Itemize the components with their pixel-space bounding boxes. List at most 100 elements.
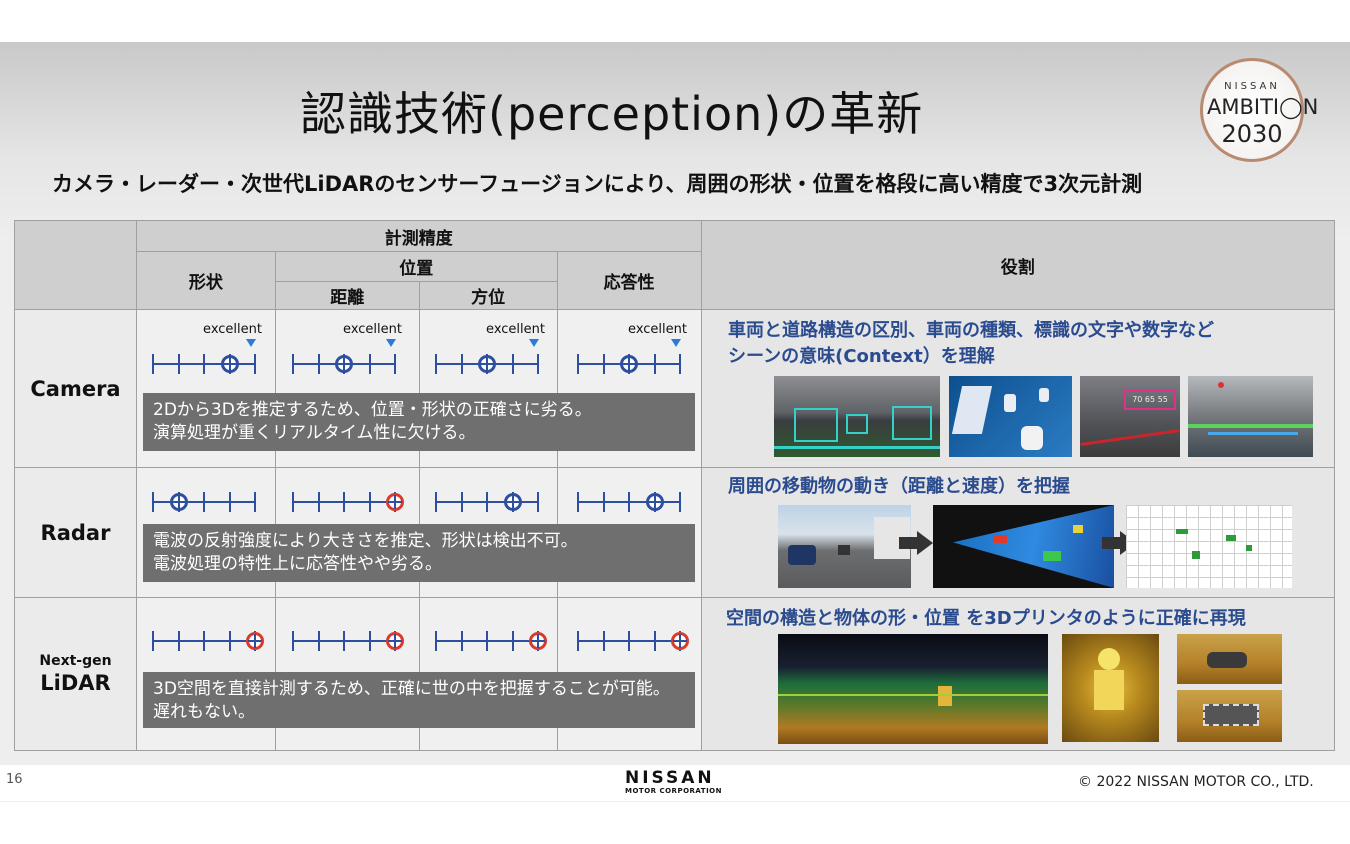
- scale-tick: [203, 354, 205, 374]
- header-distance: 距離: [274, 281, 420, 310]
- excellent-marker: [529, 339, 539, 347]
- scale-tick: [177, 354, 180, 374]
- scale-tick: [203, 631, 205, 651]
- excellent-label: excellent: [628, 322, 687, 337]
- scale-tick: [228, 492, 231, 512]
- row-label-lidar: Next-gen LiDAR: [14, 597, 137, 751]
- scale-tick: [577, 492, 579, 512]
- scale-tick: [152, 631, 154, 651]
- scale-tick: [602, 631, 605, 651]
- scale-tick: [368, 354, 371, 374]
- level-marker-icon: [529, 632, 547, 650]
- level-marker-icon: [620, 355, 638, 373]
- measurement-scale: [292, 354, 402, 394]
- scale-tick: [460, 354, 463, 374]
- measurement-scale: [152, 354, 262, 394]
- row-name: Radar: [40, 520, 111, 545]
- measurement-scale: [292, 631, 404, 671]
- header-role: 役割: [700, 220, 1335, 310]
- scale-tick: [254, 354, 256, 374]
- note-line: 2Dから3Dを推定するため、位置・形状の正確さに劣る。: [153, 400, 592, 420]
- scale-tick: [628, 492, 630, 512]
- row-name: LiDAR: [40, 671, 111, 695]
- slide-title: 認識技術(perception)の革新: [300, 87, 924, 141]
- scale-tick: [653, 354, 656, 374]
- level-marker-icon: [386, 493, 404, 511]
- scale-tick: [368, 492, 371, 512]
- measurement-scale: [577, 631, 689, 671]
- scale-tick: [317, 354, 320, 374]
- scale-tick: [254, 492, 256, 512]
- excellent-label: excellent: [486, 322, 545, 337]
- level-marker-icon: [220, 355, 239, 373]
- scale-tick: [537, 354, 539, 374]
- scale-tick: [368, 631, 371, 651]
- measurement-scale: [577, 354, 687, 394]
- radar-image-signal-map: [933, 505, 1114, 588]
- header-direction: 方位: [418, 281, 558, 310]
- scale-tick: [460, 631, 463, 651]
- nissan-logo-sub: MOTOR CORPORATION: [625, 787, 722, 795]
- scale-tick: [486, 492, 488, 512]
- scale-tick: [537, 492, 539, 512]
- measurement-scale: [435, 631, 547, 671]
- header-shape: 形状: [135, 251, 276, 310]
- excellent-marker: [671, 339, 681, 347]
- copyright: © 2022 NISSAN MOTOR CO., LTD.: [1078, 774, 1314, 790]
- scale-tick: [602, 354, 605, 374]
- scale-tick: [577, 631, 579, 651]
- radar-note: 電波の反射強度により大きさを推定、形状は検出不可。 電波処理の特性上に応答性やや劣…: [143, 524, 695, 582]
- logo-line1: NISSAN: [1224, 81, 1280, 92]
- scale-tick: [460, 492, 463, 512]
- ambition-2030-logo: NISSAN AMBITI◯N 2030: [1200, 58, 1318, 162]
- camera-image-vehicle-classification: [949, 376, 1072, 457]
- note-line: 遅れもない。: [153, 702, 255, 722]
- scale-tick: [577, 354, 579, 374]
- camera-note: 2Dから3Dを推定するため、位置・形状の正確さに劣る。 演算処理が重くリアルタイム…: [143, 393, 695, 451]
- scale-tick: [317, 631, 320, 651]
- header-response: 応答性: [556, 251, 702, 310]
- scale-tick: [152, 354, 154, 374]
- lidar-image-street-pointcloud: [778, 634, 1048, 744]
- lidar-note: 3D空間を直接計測するため、正確に世の中を把握することが可能。 遅れもない。: [143, 672, 695, 728]
- note-line: 演算処理が重くリアルタイム性に欠ける。: [153, 423, 476, 443]
- note-line: 電波処理の特性上に応答性やや劣る。: [153, 554, 442, 574]
- excellent-label: excellent: [343, 322, 402, 337]
- row-label-radar: Radar: [14, 467, 137, 598]
- excellent-marker: [386, 339, 396, 347]
- nissan-logo: NISSAN: [625, 768, 715, 788]
- level-marker-icon: [671, 632, 689, 650]
- excellent-marker: [246, 339, 256, 347]
- note-line: 3D空間を直接計測するため、正確に世の中を把握することが可能。: [153, 679, 670, 699]
- scale-tick: [511, 631, 514, 651]
- scale-tick: [602, 492, 605, 512]
- lidar-role-text: 空間の構造と物体の形・位置 を3Dプリンタのように正確に再現: [726, 606, 1246, 632]
- scale-tick: [292, 492, 294, 512]
- lidar-image-object-top: [1177, 634, 1282, 684]
- scale-tick: [653, 631, 656, 651]
- level-marker-icon: [503, 493, 522, 511]
- scale-tick: [292, 631, 294, 651]
- scale-tick: [343, 492, 345, 512]
- scale-tick: [152, 492, 154, 512]
- scale-tick: [486, 631, 488, 651]
- scale-tick: [435, 631, 437, 651]
- level-marker-icon: [335, 355, 353, 373]
- level-marker-icon: [386, 632, 404, 650]
- scale-tick: [679, 492, 681, 512]
- level-marker-icon: [246, 632, 264, 650]
- page-number: 16: [6, 772, 23, 787]
- radar-role-text: 周囲の移動物の動き（距離と速度）を把握: [728, 474, 1070, 500]
- measurement-scale: [152, 631, 264, 671]
- level-marker-icon: [478, 355, 496, 373]
- level-marker-icon: [645, 493, 664, 511]
- arrow-icon: [899, 531, 933, 555]
- camera-image-sign-reading: 70 65 55: [1080, 376, 1180, 457]
- sign-numbers: 70 65 55: [1124, 390, 1176, 410]
- logo-line2: AMBITI◯N: [1207, 95, 1319, 119]
- radar-image-road-view: [778, 505, 911, 588]
- scale-tick: [435, 354, 437, 374]
- header-position: 位置: [274, 251, 558, 282]
- scale-tick: [679, 354, 681, 374]
- slide-subtitle: カメラ・レーダー・次世代LiDARのセンサーフュージョンにより、周囲の形状・位置…: [52, 172, 1143, 196]
